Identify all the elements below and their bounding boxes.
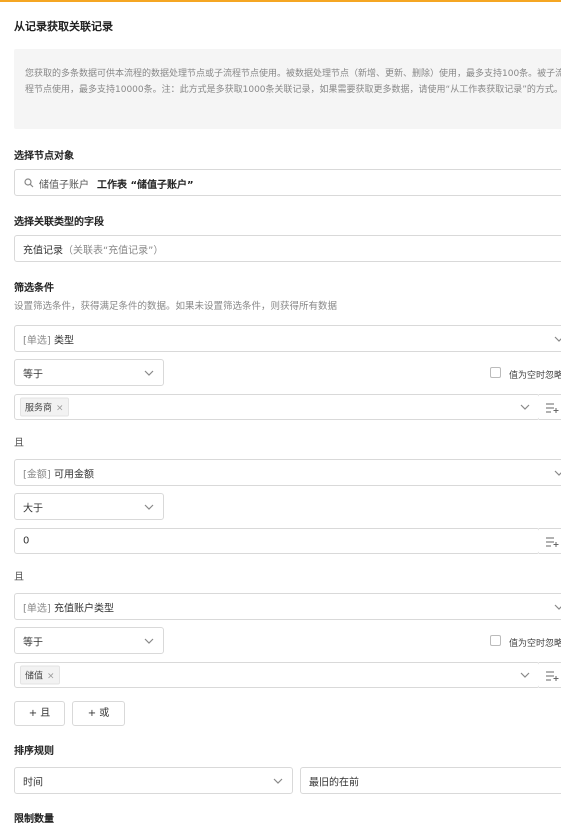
chevron-down-icon <box>554 470 561 476</box>
node-select-value: 工作表 “储值子账户” <box>97 180 194 191</box>
list-options-icon <box>546 537 559 547</box>
condition-3-type-tag: [单选] <box>23 603 51 614</box>
condition-1-field-select[interactable]: [单选] 类型 <box>14 325 561 352</box>
chevron-down-icon <box>144 504 154 510</box>
chevron-down-icon <box>273 778 283 784</box>
info-tip-text: 您获取的多条数据可供本流程的数据处理节点或子流程节点使用。被数据处理节点（新增、… <box>25 69 561 95</box>
condition-3-value-select[interactable]: 储值 × <box>14 662 540 688</box>
chevron-down-icon <box>520 672 530 678</box>
node-select[interactable]: 储值子账户 工作表 “储值子账户” <box>14 169 561 196</box>
condition-1-type-tag: [单选] <box>23 335 51 346</box>
info-tip: 您获取的多条数据可供本流程的数据处理节点或子流程节点使用。被数据处理节点（新增、… <box>14 49 561 129</box>
sort-order-value: 最旧的在前 <box>309 777 359 788</box>
condition-1-field: 类型 <box>54 335 74 346</box>
and-connector-label: 且 <box>14 572 24 583</box>
condition-2-value: 0 <box>23 535 30 547</box>
condition-3-dynamic-value-button[interactable] <box>539 662 561 688</box>
condition-1-value-tag-text: 服务商 <box>25 403 53 414</box>
condition-3-ignore-empty-checkbox[interactable] <box>490 635 501 646</box>
field-select-value: 充值记录 <box>23 245 63 256</box>
page-title: 从记录获取关联记录 <box>14 20 113 33</box>
sort-section-label: 排序规则 <box>14 746 54 757</box>
close-icon[interactable]: × <box>56 404 64 414</box>
condition-2-operator: 大于 <box>23 503 43 514</box>
condition-1-operator: 等于 <box>23 369 43 380</box>
top-accent-bar <box>0 0 561 2</box>
condition-2-value-input[interactable]: 0 <box>14 528 540 554</box>
node-select-prefix: 储值子账户 <box>39 180 89 191</box>
condition-3-operator-select[interactable]: 等于 <box>14 627 164 654</box>
add-and-condition-button[interactable]: + 且 <box>14 701 65 726</box>
filter-description: 设置筛选条件，获得满足条件的数据。如果未设置筛选条件，则获得所有数据 <box>14 301 338 312</box>
condition-3-field: 充值账户类型 <box>54 603 114 614</box>
field-select-hint: （关联表“充值记录”） <box>63 245 164 256</box>
condition-1-ignore-empty-label: 值为空时忽略 <box>509 371 561 381</box>
sort-order-select[interactable]: 最旧的在前 <box>300 767 561 794</box>
condition-3-ignore-empty-label: 值为空时忽略 <box>509 639 561 649</box>
list-options-icon <box>546 671 559 681</box>
chevron-down-icon <box>144 370 154 376</box>
chevron-down-icon <box>554 336 561 342</box>
condition-2-operator-select[interactable]: 大于 <box>14 493 164 520</box>
chevron-down-icon <box>554 604 561 610</box>
list-options-icon <box>546 403 559 413</box>
search-icon <box>24 178 35 189</box>
condition-2-type-tag: [金额] <box>23 469 51 480</box>
condition-1-value-tag: 服务商 × <box>20 397 69 417</box>
sort-field-select[interactable]: 时间 <box>14 767 293 794</box>
chevron-down-icon <box>144 638 154 644</box>
condition-2-dynamic-value-button[interactable] <box>539 528 561 554</box>
condition-1-value-select[interactable]: 服务商 × <box>14 394 540 420</box>
condition-3-value-tag-text: 储值 <box>25 671 44 682</box>
limit-section-label: 限制数量 <box>14 814 54 825</box>
filter-section-label: 筛选条件 <box>14 283 54 294</box>
condition-1-operator-select[interactable]: 等于 <box>14 359 164 386</box>
field-section-label: 选择关联类型的字段 <box>14 217 104 228</box>
node-section-label: 选择节点对象 <box>14 151 74 162</box>
condition-2-field: 可用金额 <box>54 469 94 480</box>
and-connector-label: 且 <box>14 438 24 449</box>
chevron-down-icon <box>520 404 530 410</box>
condition-3-field-select[interactable]: [单选] 充值账户类型 <box>14 593 561 620</box>
close-icon[interactable]: × <box>47 672 55 682</box>
sort-field-value: 时间 <box>23 777 43 788</box>
condition-3-operator: 等于 <box>23 637 43 648</box>
condition-1-ignore-empty-checkbox[interactable] <box>490 367 501 378</box>
field-select[interactable]: 充值记录（关联表“充值记录”） <box>14 235 561 262</box>
add-or-condition-button[interactable]: + 或 <box>72 701 125 726</box>
condition-1-dynamic-value-button[interactable] <box>539 394 561 420</box>
condition-3-value-tag: 储值 × <box>20 665 60 685</box>
condition-2-field-select[interactable]: [金额] 可用金额 <box>14 459 561 486</box>
